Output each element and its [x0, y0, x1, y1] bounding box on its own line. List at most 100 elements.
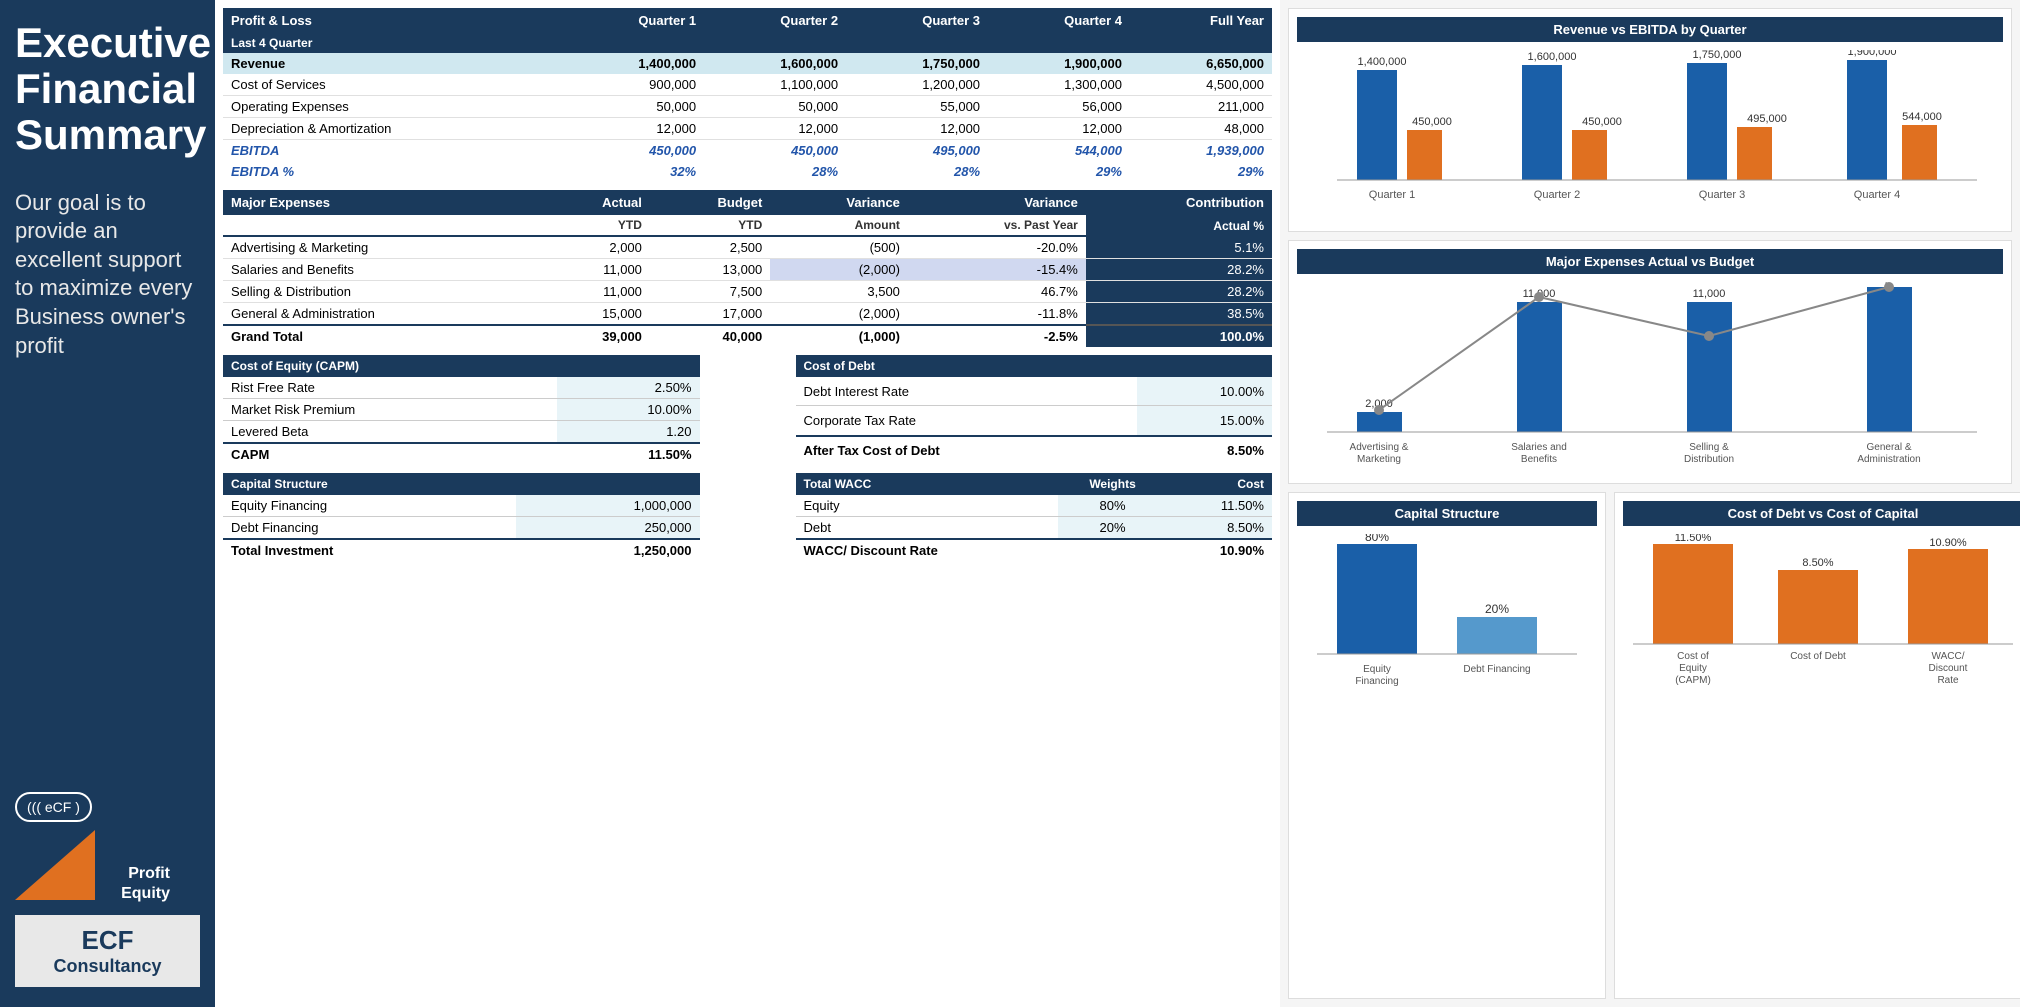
main-container: Executive Financial Summary Our goal is … [0, 0, 2020, 1007]
ebitda-pct-q1: 32% [562, 161, 704, 182]
ecf-title: ECF [25, 925, 190, 956]
svg-text:11,000: 11,000 [1693, 288, 1726, 300]
sell-row: Selling & Distribution 11,000 7,500 3,50… [223, 281, 1272, 303]
svg-text:Quarter 2: Quarter 2 [1534, 189, 1580, 201]
svg-text:Quarter 1: Quarter 1 [1369, 189, 1415, 201]
svg-text:1,400,000: 1,400,000 [1358, 56, 1407, 68]
svg-text:1,900,000: 1,900,000 [1848, 50, 1897, 58]
bottom-tables-row2: Capital Structure Equity Financing 1,000… [215, 469, 1280, 565]
opex-row: Operating Expenses 50,000 50,000 55,000 … [223, 96, 1272, 118]
dir-row: Debt Interest Rate 10.00% [796, 377, 1273, 406]
wacc-debt-row: Debt 20% 8.50% [796, 517, 1273, 540]
svg-text:Discount: Discount [1929, 663, 1968, 674]
capm-value: 11.50% [557, 443, 700, 465]
ebitda-pct-fy: 29% [1130, 161, 1272, 182]
ebitda-pct-q2: 28% [704, 161, 846, 182]
wacc-total-label: WACC/ Discount Rate [796, 539, 1059, 561]
svg-text:Cost of: Cost of [1677, 651, 1709, 662]
wacc-total-cost: 10.90% [1167, 539, 1272, 561]
atcd-row: After Tax Cost of Debt 8.50% [796, 436, 1273, 465]
svg-text:Advertising &: Advertising & [1350, 442, 1409, 453]
svg-text:WACC/: WACC/ [1932, 651, 1965, 662]
svg-text:Cost of Debt: Cost of Debt [1790, 651, 1846, 662]
cos-fy: 4,500,000 [1130, 74, 1272, 96]
svg-text:Salaries and: Salaries and [1511, 442, 1567, 453]
opex-q2: 50,000 [704, 96, 846, 118]
capital-structure-table: Capital Structure Equity Financing 1,000… [223, 473, 700, 561]
ga-var-pct: -11.8% [908, 303, 1086, 326]
revenue-q4: 1,900,000 [988, 53, 1130, 74]
cos-q3: 1,200,000 [846, 74, 988, 96]
ebitda-q4: 544,000 [988, 140, 1130, 162]
cos-row: Cost of Services 900,000 1,100,000 1,200… [223, 74, 1272, 96]
revenue-fy: 6,650,000 [1130, 53, 1272, 74]
df-label: Debt Financing [223, 517, 516, 540]
expenses-chart-title: Major Expenses Actual vs Budget [1297, 249, 2003, 274]
sell-label: Selling & Distribution [223, 281, 539, 303]
ebitda-pct-row: EBITDA % 32% 28% 28% 29% 29% [223, 161, 1272, 182]
svg-text:450,000: 450,000 [1582, 116, 1622, 128]
bottom-charts-row: Capital Structure 80% 20% Equity Financi… [1288, 492, 2012, 999]
svg-text:Benefits: Benefits [1521, 454, 1557, 465]
cost-chart-title: Cost of Debt vs Cost of Capital [1623, 501, 2020, 526]
ti-label: Total Investment [223, 539, 516, 561]
pnl-table: Profit & Loss Quarter 1 Quarter 2 Quarte… [223, 8, 1272, 182]
svg-text:450,000: 450,000 [1412, 116, 1452, 128]
right-charts: Revenue vs EBITDA by Quarter 1,400,000 4… [1280, 0, 2020, 1007]
da-row: Depreciation & Amortization 12,000 12,00… [223, 118, 1272, 140]
da-q2: 12,000 [704, 118, 846, 140]
triangle-container: Profit Equity [15, 830, 175, 910]
sidebar-title: Executive Financial Summary [15, 20, 200, 159]
ti-row: Total Investment 1,250,000 [223, 539, 700, 561]
svg-text:1,750,000: 1,750,000 [1693, 50, 1742, 61]
rfr-row: Rist Free Rate 2.50% [223, 377, 700, 399]
ecf-section: ECF Consultancy [15, 915, 200, 987]
ga-var: (2,000) [770, 303, 908, 326]
adv-contrib: 5.1% [1086, 236, 1272, 259]
svg-text:Equity: Equity [1363, 664, 1391, 675]
svg-text:544,000: 544,000 [1902, 111, 1942, 123]
da-q3: 12,000 [846, 118, 988, 140]
wacc-header: Total WACC Weights Cost [796, 473, 1273, 495]
da-q1: 12,000 [562, 118, 704, 140]
pnl-col-q2: Quarter 2 [704, 8, 846, 33]
center-content: Profit & Loss Quarter 1 Quarter 2 Quarte… [215, 0, 1280, 1007]
dir-value: 10.00% [1137, 377, 1272, 406]
ebitda-q2: 450,000 [704, 140, 846, 162]
capital-structure-chart-title: Capital Structure [1297, 501, 1597, 526]
svg-text:General &: General & [1866, 442, 1911, 453]
pnl-col-label: Profit & Loss [223, 8, 562, 33]
sal-contrib: 28.2% [1086, 259, 1272, 281]
wacc-total-row: WACC/ Discount Rate 10.90% [796, 539, 1273, 561]
wacc-equity-row: Equity 80% 11.50% [796, 495, 1273, 517]
mrp-row: Market Risk Premium 10.00% [223, 399, 700, 421]
rfr-label: Rist Free Rate [223, 377, 557, 399]
sell-actual: 11,000 [539, 281, 649, 303]
adv-row: Advertising & Marketing 2,000 2,500 (500… [223, 236, 1272, 259]
expenses-section: Major Expenses Actual Budget Variance Va… [215, 186, 1280, 351]
spacer2 [708, 473, 788, 561]
svg-text:Administration: Administration [1857, 454, 1920, 465]
wacc-equity-label: Equity [796, 495, 1059, 517]
svg-text:(CAPM): (CAPM) [1675, 675, 1711, 686]
ecf-sub: Consultancy [25, 956, 190, 977]
opex-fy: 211,000 [1130, 96, 1272, 118]
cost-svg: 11.50% 8.50% 10.90% Cost of Equity (CAPM… [1623, 534, 2020, 694]
da-fy: 48,000 [1130, 118, 1272, 140]
cd-header: Cost of Debt [796, 355, 1273, 377]
svg-text:20%: 20% [1485, 602, 1509, 616]
sal-var-pct: -15.4% [908, 259, 1086, 281]
sal-row: Salaries and Benefits 11,000 13,000 (2,0… [223, 259, 1272, 281]
sell-var: 3,500 [770, 281, 908, 303]
ef-row: Equity Financing 1,000,000 [223, 495, 700, 517]
svg-text:Rate: Rate [1937, 675, 1959, 686]
pnl-col-q4: Quarter 4 [988, 8, 1130, 33]
opex-q3: 55,000 [846, 96, 988, 118]
cs-header: Capital Structure [223, 473, 700, 495]
adv-budget: 2,500 [650, 236, 770, 259]
revenue-label: Revenue [223, 53, 562, 74]
wacc-debt-cost: 8.50% [1167, 517, 1272, 540]
svg-text:Marketing: Marketing [1357, 454, 1401, 465]
left-sidebar: Executive Financial Summary Our goal is … [0, 0, 215, 1007]
revenue-row: Revenue 1,400,000 1,600,000 1,750,000 1,… [223, 53, 1272, 74]
